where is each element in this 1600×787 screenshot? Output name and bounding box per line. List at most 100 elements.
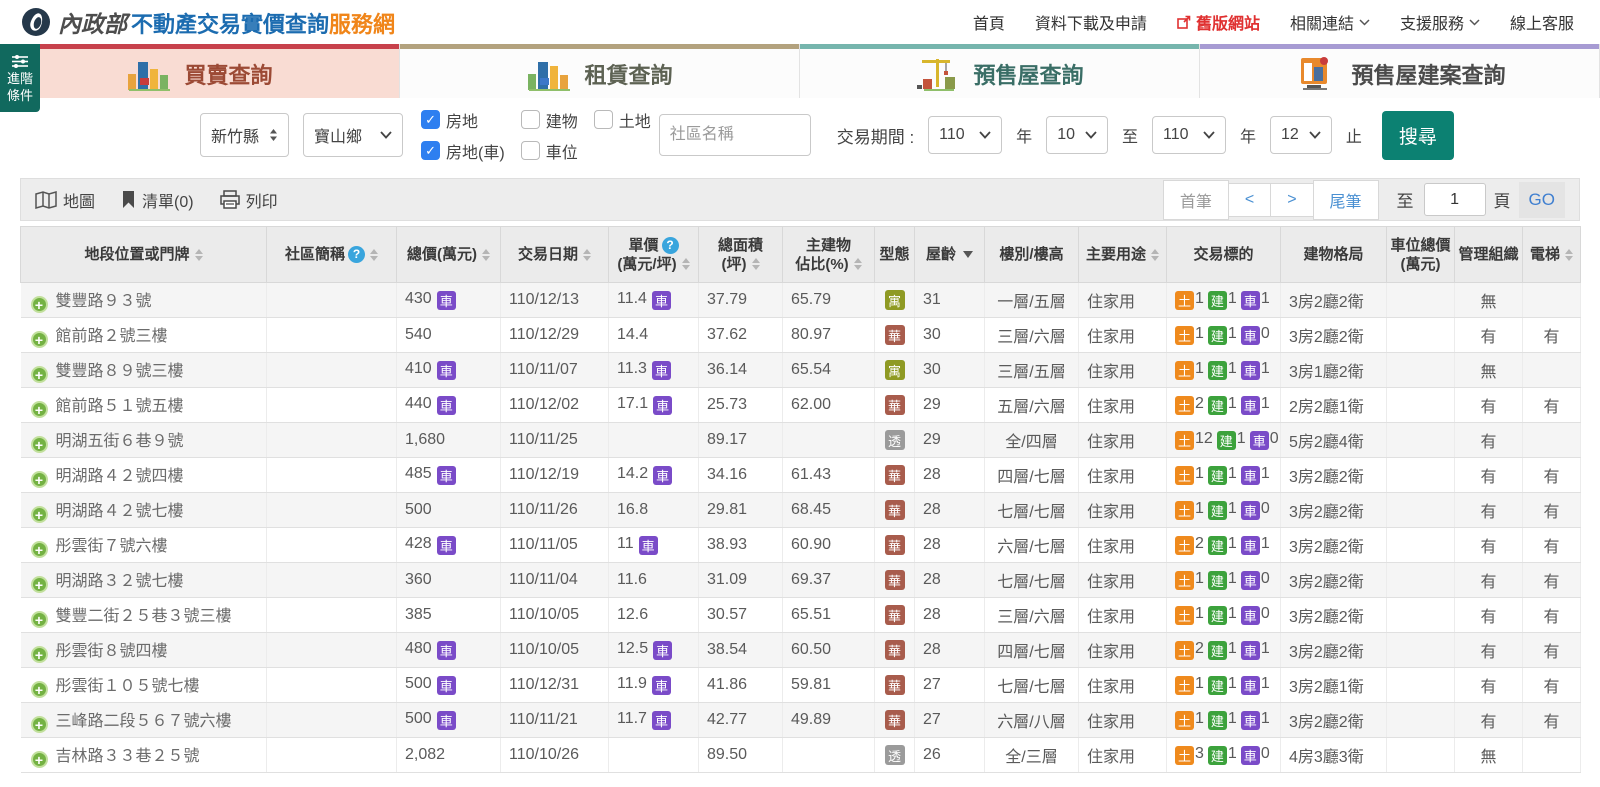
expand-row-icon[interactable]: +: [30, 751, 48, 769]
address-link[interactable]: 彤雲街８號四樓: [56, 643, 168, 660]
col-unit-price[interactable]: 單價? (萬元/坪): [608, 226, 699, 283]
address-link[interactable]: 館前路５１號五樓: [56, 398, 184, 415]
address-link[interactable]: 三峰路二段５６７號六樓: [56, 713, 232, 730]
type-cell: 華: [874, 492, 915, 528]
building-type-badge: 華: [884, 465, 905, 486]
expand-row-icon[interactable]: +: [30, 681, 48, 699]
address-link[interactable]: 彤雲街７號六樓: [56, 538, 168, 555]
col-elevator[interactable]: 電梯: [1522, 226, 1581, 283]
parking-price-cell: [1386, 457, 1455, 493]
address-link[interactable]: 明湖路３２號七樓: [56, 573, 184, 590]
parking-price-cell: [1386, 317, 1455, 353]
nav-online-service[interactable]: 線上客服: [1510, 10, 1574, 34]
address-cell: + 三峰路二段５６７號六樓: [20, 702, 267, 738]
expand-row-icon[interactable]: +: [30, 401, 48, 419]
expand-row-icon[interactable]: +: [30, 611, 48, 629]
help-icon[interactable]: ?: [348, 246, 365, 263]
expand-row-icon[interactable]: +: [30, 541, 48, 559]
year-to-select[interactable]: 110: [1152, 116, 1226, 154]
prev-page-button[interactable]: <: [1227, 182, 1272, 217]
col-date[interactable]: 交易日期: [500, 226, 609, 283]
help-icon[interactable]: ?: [661, 236, 679, 254]
checkbox-land[interactable]: 土地: [593, 108, 651, 132]
nav-support[interactable]: 支援服務: [1400, 10, 1480, 34]
last-page-button[interactable]: 尾筆: [1312, 179, 1379, 220]
advanced-conditions-button[interactable]: 進階 條件: [0, 44, 40, 112]
first-page-button[interactable]: 首筆: [1162, 179, 1229, 220]
checkbox-house-land-parking[interactable]: ✓ 房地(車): [421, 139, 505, 163]
tab-sale-query[interactable]: 買賣查詢: [0, 44, 400, 98]
expand-row-icon[interactable]: +: [30, 506, 48, 524]
col-age[interactable]: 屋齡: [914, 226, 985, 283]
list-button[interactable]: 清單(0): [121, 188, 194, 212]
land-badge: 土: [1175, 746, 1194, 765]
sort-icon[interactable]: [681, 258, 690, 270]
sort-icon[interactable]: [853, 258, 862, 270]
expand-row-icon[interactable]: +: [30, 716, 48, 734]
county-select[interactable]: 新竹縣: [200, 113, 290, 157]
address-link[interactable]: 館前路２號三樓: [56, 328, 168, 345]
go-button[interactable]: GO: [1518, 181, 1565, 218]
month-to-select[interactable]: 12: [1270, 116, 1332, 154]
expand-row-icon[interactable]: +: [30, 296, 48, 314]
address-cell: + 雙豐路９３號: [20, 282, 267, 318]
col-main-building-ratio[interactable]: 主建物 佔比(%): [782, 226, 875, 283]
tab-presale-query[interactable]: 預售屋查詢: [800, 44, 1200, 98]
tab-rent-query[interactable]: 租賃查詢: [400, 44, 800, 98]
checkbox-parking[interactable]: 車位: [520, 139, 578, 163]
col-total-price[interactable]: 總價(萬元): [396, 226, 501, 283]
map-view-button[interactable]: 地圖: [35, 188, 95, 212]
sort-icon[interactable]: [482, 248, 490, 261]
ratio-cell: 65.79: [782, 282, 875, 318]
sort-icon[interactable]: [583, 248, 591, 261]
sort-desc-icon[interactable]: [963, 251, 973, 258]
col-usage[interactable]: 主要用途: [1078, 226, 1167, 283]
sort-icon[interactable]: [194, 248, 203, 261]
building-badge: 建: [1207, 361, 1227, 380]
nav-downloads[interactable]: 資料下載及申請: [1035, 10, 1147, 34]
month-from-select[interactable]: 10: [1046, 116, 1108, 154]
parking-included-badge: 車: [651, 361, 671, 380]
nav-old-site[interactable]: 舊版網站: [1177, 10, 1260, 34]
address-link[interactable]: 明湖路４２號七樓: [56, 503, 184, 520]
col-area[interactable]: 總面積 (坪): [698, 226, 783, 283]
sort-icon[interactable]: [751, 258, 760, 270]
elevator-cell: 有: [1522, 387, 1581, 423]
age-cell: 28: [914, 632, 985, 668]
sort-icon[interactable]: [1151, 248, 1159, 261]
expand-row-icon[interactable]: +: [30, 646, 48, 664]
expand-row-icon[interactable]: +: [30, 471, 48, 489]
address-link[interactable]: 雙豐二街２５巷３號三樓: [56, 608, 232, 625]
district-select[interactable]: 寶山鄉: [303, 113, 404, 157]
col-address[interactable]: 地段位置或門牌: [20, 226, 267, 283]
nav-home[interactable]: 首頁: [973, 10, 1005, 34]
address-link[interactable]: 雙豐路８９號三樓: [56, 363, 184, 380]
transaction-target-cell: 土1建1車1: [1166, 667, 1281, 703]
checkbox-building[interactable]: 建物: [520, 108, 578, 132]
col-community[interactable]: 社區簡稱?: [266, 226, 397, 283]
expand-row-icon[interactable]: +: [30, 331, 48, 349]
tab-presale-project-query[interactable]: 預售屋建案查詢: [1200, 44, 1600, 98]
table-row: + 明湖路４２號七樓 500車 110/11/26 16.8車 29.81 68.…: [20, 492, 1581, 528]
address-link[interactable]: 吉林路３３巷２５號: [56, 748, 200, 765]
year-from-select[interactable]: 110: [928, 116, 1003, 154]
next-page-button[interactable]: >: [1270, 182, 1314, 217]
print-button[interactable]: 列印: [219, 188, 278, 212]
community-name-input[interactable]: [658, 114, 811, 156]
address-link[interactable]: 雙豐路９３號: [56, 293, 152, 310]
search-button[interactable]: 搜尋: [1381, 110, 1454, 160]
page-number-input[interactable]: [1423, 183, 1486, 216]
sort-icon[interactable]: [1565, 248, 1573, 261]
address-link[interactable]: 明湖五街６巷９號: [56, 433, 184, 450]
nav-related-links[interactable]: 相關連結: [1290, 10, 1370, 34]
expand-row-icon[interactable]: +: [30, 366, 48, 384]
management-cell: 有: [1454, 317, 1523, 353]
expand-row-icon[interactable]: +: [30, 436, 48, 454]
parking-included-badge: 車: [436, 536, 456, 555]
query-tab-bar: 進階 條件 買賣查詢 租賃查詢 預售屋查詢 預售屋建案查詢: [0, 44, 1600, 112]
checkbox-house-land[interactable]: ✓ 房地: [421, 108, 505, 132]
sort-icon[interactable]: [370, 248, 378, 261]
expand-row-icon[interactable]: +: [30, 576, 48, 594]
address-link[interactable]: 明湖路４２號四樓: [56, 468, 184, 485]
address-link[interactable]: 彤雲街１０５號七樓: [56, 678, 200, 695]
